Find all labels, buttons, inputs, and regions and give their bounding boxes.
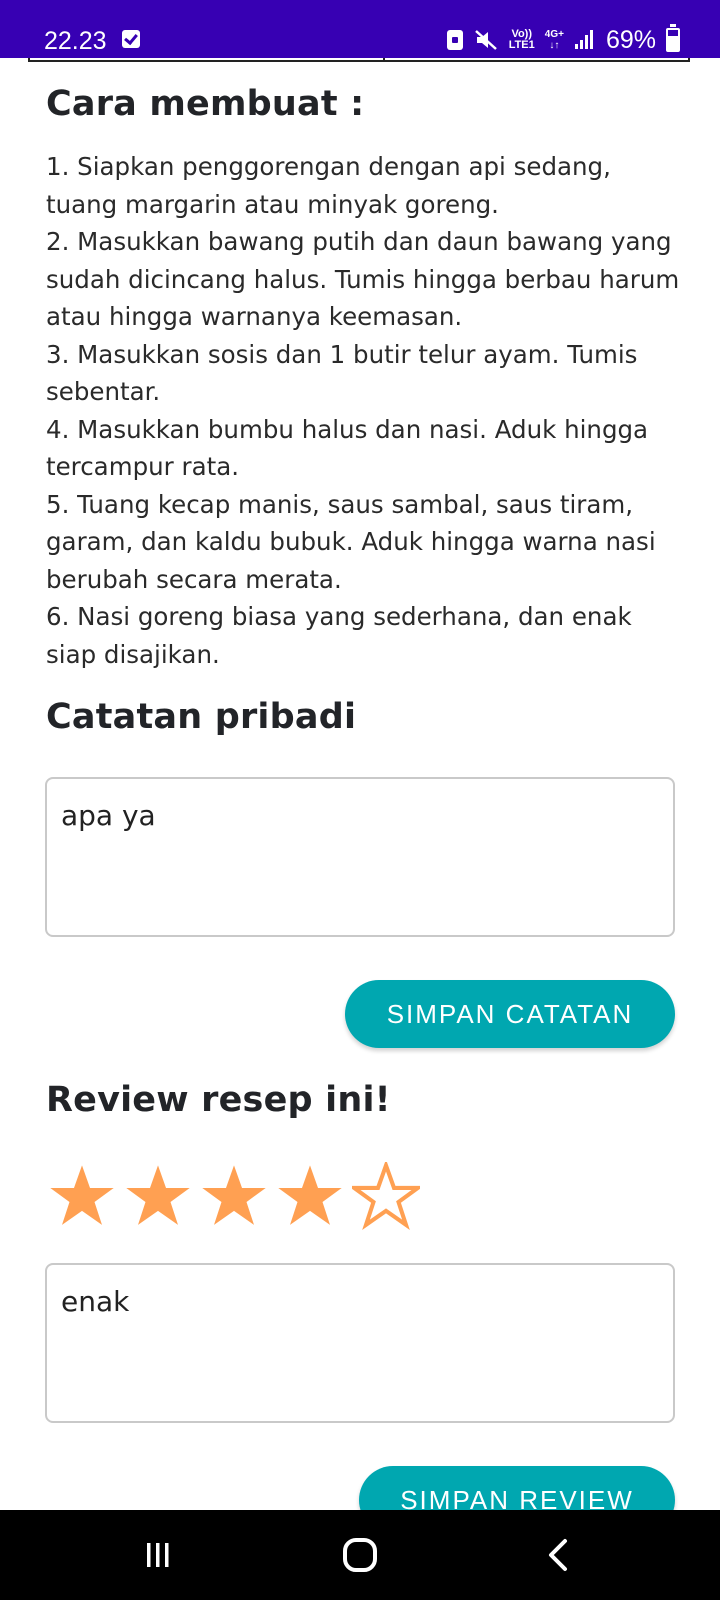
navigation-bar <box>0 1510 720 1600</box>
steps-heading: Cara membuat : <box>46 84 365 124</box>
mute-icon <box>474 30 497 50</box>
battery-percent: 69% <box>605 25 656 54</box>
star-filled-icon[interactable] <box>276 1162 344 1230</box>
step-item: 4. Masukkan bumbu halus dan nasi. Aduk h… <box>46 414 649 482</box>
step-item: 3. Masukkan sosis dan 1 butir telur ayam… <box>46 339 638 407</box>
home-icon <box>343 1538 377 1572</box>
network-type-icon: 4G+ ↓↑ <box>544 29 564 51</box>
step-item: 5. Tuang kecap manis, saus sambal, saus … <box>46 489 656 594</box>
review-heading: Review resep ini! <box>46 1080 391 1120</box>
secure-folder-icon <box>446 30 463 50</box>
notes-heading: Catatan pribadi <box>46 697 357 737</box>
network-type-label: 4G+ <box>544 29 564 40</box>
signal-icon <box>574 29 596 51</box>
star-filled-icon[interactable] <box>48 1162 116 1230</box>
review-input-value: enak <box>61 1285 130 1318</box>
status-icons: Vo)) LTE1 4G+ ↓↑ 69% <box>446 24 680 56</box>
status-bar: 22.23 Vo)) LTE1 4G+ ↓↑ 69% <box>0 0 720 58</box>
review-input[interactable]: enak <box>45 1263 675 1423</box>
step-item: 2. Masukkan bawang putih dan daun bawang… <box>46 227 680 331</box>
rating-bar[interactable] <box>48 1162 420 1232</box>
status-time: 22.23 <box>44 27 107 55</box>
previous-card-divider <box>383 58 385 62</box>
recents-icon <box>147 1543 169 1567</box>
star-filled-icon[interactable] <box>200 1162 268 1230</box>
back-icon <box>549 1539 567 1571</box>
star-filled-icon[interactable] <box>124 1162 192 1230</box>
notes-input[interactable]: apa ya <box>45 777 675 937</box>
battery-icon <box>666 24 680 52</box>
notes-input-value: apa ya <box>61 799 156 832</box>
star-empty-icon[interactable] <box>352 1162 420 1230</box>
volte-label-bottom: LTE1 <box>508 39 535 51</box>
home-button[interactable] <box>300 1510 420 1600</box>
volte-icon: Vo)) LTE1 <box>509 29 535 51</box>
step-item: 1. Siapkan penggorengan dengan api sedan… <box>46 152 611 219</box>
previous-card-edge <box>28 58 690 62</box>
notification-check-icon <box>122 30 140 48</box>
save-note-button[interactable]: SIMPAN CATATAN <box>345 980 675 1048</box>
back-button[interactable] <box>500 1510 620 1600</box>
battery-level-fill <box>668 36 678 50</box>
step-item: 6. Nasi goreng biasa yang sederhana, dan… <box>46 602 632 669</box>
steps-list: 1. Siapkan penggorengan dengan api sedan… <box>46 148 686 673</box>
recents-button[interactable] <box>98 1510 218 1600</box>
